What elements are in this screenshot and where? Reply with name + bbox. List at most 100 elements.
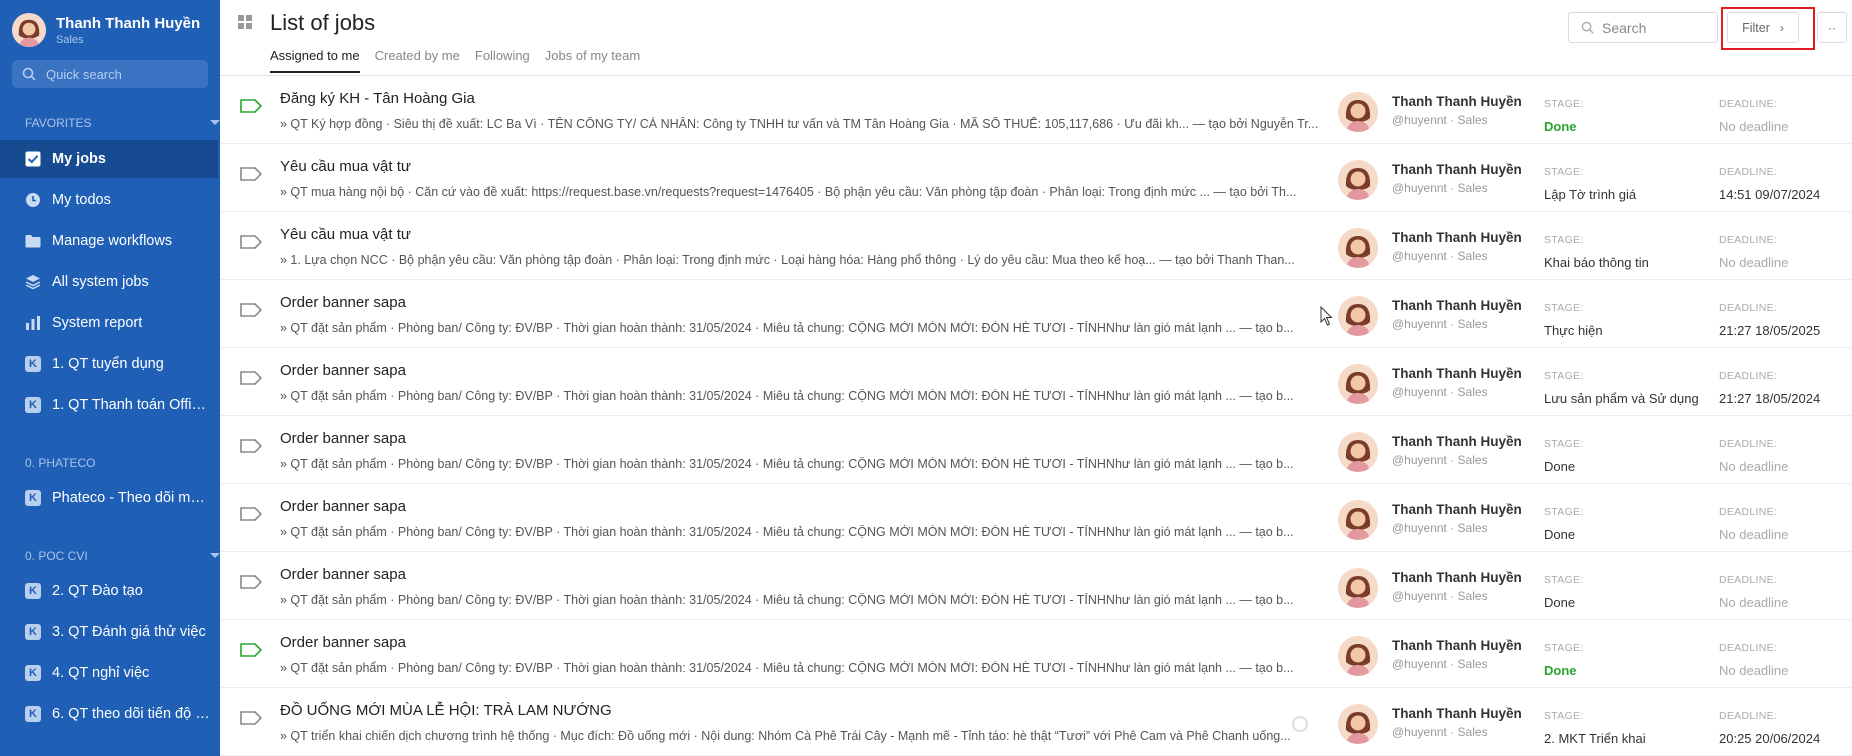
tag-icon[interactable] <box>240 303 262 317</box>
avatar[interactable] <box>1338 364 1378 404</box>
job-row[interactable]: Yêu cầu mua vật tư» 1. Lựa chọn NCC · Bộ… <box>220 212 1852 280</box>
deadline-label: DEADLINE: <box>1719 574 1778 586</box>
stage-cell: STAGE: Lưu sản phẩm và Sử dụng <box>1544 370 1699 406</box>
tag-icon[interactable] <box>240 507 262 521</box>
avatar[interactable] <box>1338 500 1378 540</box>
section-phateco[interactable]: 0. PHATECO <box>25 456 220 470</box>
tag-icon[interactable] <box>240 371 262 385</box>
sidebar: Thanh Thanh Huyền Sales Quick search FAV… <box>0 0 220 756</box>
job-title[interactable]: Order banner sapa <box>280 362 406 379</box>
job-row[interactable]: Order banner sapa» QT đặt sản phẩm · Phò… <box>220 416 1852 484</box>
avatar[interactable] <box>1338 636 1378 676</box>
caret-down-icon[interactable] <box>210 120 220 125</box>
sidebar-item-label: My todos <box>52 192 111 208</box>
stage-cell: STAGE: Done <box>1544 574 1584 610</box>
section-poc-cvi[interactable]: 0. POC CVI <box>25 549 220 563</box>
sidebar-item-phateco[interactable]: K Phateco - Theo dõi mua hàng <box>0 479 218 517</box>
user-profile[interactable]: Thanh Thanh Huyền Sales <box>12 10 200 50</box>
avatar[interactable] <box>1338 92 1378 132</box>
sidebar-item-qt-theo-doi-tien-do[interactable]: K 6. QT theo dõi tiến độ dự án <box>0 695 218 733</box>
quick-search-input[interactable]: Quick search <box>12 60 208 88</box>
deadline-label: DEADLINE: <box>1719 438 1778 450</box>
stage-label: STAGE: <box>1544 710 1584 722</box>
workflow-k-icon: K <box>25 490 41 506</box>
job-title[interactable]: Order banner sapa <box>280 566 406 583</box>
caret-down-icon[interactable] <box>210 553 220 558</box>
avatar[interactable] <box>1338 228 1378 268</box>
job-title[interactable]: Yêu cầu mua vật tư <box>280 158 411 175</box>
assignee-handle: @huyennt · Sales <box>1392 181 1488 195</box>
sidebar-item-label: 3. QT Đánh giá thử việc <box>52 624 206 640</box>
sidebar-item-label: Phateco - Theo dõi mua hàng <box>52 490 212 506</box>
assignee-name: Thanh Thanh Huyền <box>1392 570 1522 585</box>
avatar[interactable] <box>1338 432 1378 472</box>
stage-label: STAGE: <box>1544 302 1584 314</box>
stage-value: Thực hiện <box>1544 323 1603 338</box>
sidebar-item-my-jobs[interactable]: My jobs <box>0 140 218 178</box>
page-title: List of jobs <box>270 10 376 35</box>
sidebar-item-qt-dao-tao[interactable]: K 2. QT Đào tạo <box>0 572 218 610</box>
sidebar-item-qt-danh-gia-thu-viec[interactable]: K 3. QT Đánh giá thử việc <box>0 613 218 651</box>
job-row[interactable]: ĐỒ UỐNG MỚI MÙA LỄ HỘI: TRÀ LAM NƯỚNG» Q… <box>220 688 1852 756</box>
job-row[interactable]: Yêu cầu mua vật tư» QT mua hàng nội bộ ·… <box>220 144 1852 212</box>
tag-icon[interactable] <box>240 235 262 249</box>
avatar[interactable] <box>1338 704 1378 744</box>
job-row[interactable]: Order banner sapa» QT đặt sản phẩm · Phò… <box>220 620 1852 688</box>
loading-spinner-icon <box>1292 716 1308 732</box>
job-title[interactable]: Order banner sapa <box>280 294 406 311</box>
job-title[interactable]: Order banner sapa <box>280 634 406 651</box>
more-options-button[interactable]: ·· <box>1817 12 1847 43</box>
job-row[interactable]: Đăng ký KH - Tân Hoàng Gia» QT Ký hợp đồ… <box>220 76 1852 144</box>
sidebar-item-all-system-jobs[interactable]: All system jobs <box>0 263 218 301</box>
job-title[interactable]: Yêu cầu mua vật tư <box>280 226 411 243</box>
assignee-handle: @huyennt · Sales <box>1392 453 1488 467</box>
search-input[interactable]: Search <box>1568 12 1718 43</box>
stage-label: STAGE: <box>1544 574 1584 586</box>
stage-cell: STAGE: Done <box>1544 642 1584 678</box>
avatar[interactable] <box>1338 160 1378 200</box>
sidebar-item-system-report[interactable]: System report <box>0 304 218 342</box>
deadline-label: DEADLINE: <box>1719 642 1778 654</box>
tab-assigned-to-me[interactable]: Assigned to me <box>270 48 360 73</box>
assignee: Thanh Thanh Huyền @huyennt · Sales <box>1392 162 1522 195</box>
sidebar-item-qt-nghi-viec[interactable]: K 4. QT nghỉ việc <box>0 654 218 692</box>
section-label: 0. POC CVI <box>25 549 88 563</box>
apps-grid-icon[interactable] <box>238 15 252 34</box>
sidebar-item-qt-tuyen-dung[interactable]: K 1. QT tuyển dụng <box>0 345 218 383</box>
deadline-value: No deadline <box>1719 595 1789 610</box>
tab-following[interactable]: Following <box>475 48 530 73</box>
page-header: List of jobs Assigned to me Created by m… <box>220 0 1852 76</box>
job-title[interactable]: ĐỒ UỐNG MỚI MÙA LỄ HỘI: TRÀ LAM NƯỚNG <box>280 702 612 719</box>
tag-icon[interactable] <box>240 167 262 181</box>
stage-label: STAGE: <box>1544 98 1584 110</box>
job-title[interactable]: Order banner sapa <box>280 430 406 447</box>
assignee: Thanh Thanh Huyền @huyennt · Sales <box>1392 94 1522 127</box>
tag-icon[interactable] <box>240 575 262 589</box>
avatar[interactable] <box>1338 296 1378 336</box>
search-icon <box>1581 21 1594 34</box>
workflow-k-icon: K <box>25 356 41 372</box>
tag-icon[interactable] <box>240 711 262 725</box>
sidebar-item-qt-thanh-toan-official[interactable]: K 1. QT Thanh toán Official <box>0 386 218 424</box>
tag-icon[interactable] <box>240 439 262 453</box>
section-label: 0. PHATECO <box>25 456 96 470</box>
deadline-cell: DEADLINE: No deadline <box>1719 506 1788 542</box>
avatar[interactable] <box>1338 568 1378 608</box>
stage-cell: STAGE: Done <box>1544 98 1584 134</box>
tab-jobs-of-my-team[interactable]: Jobs of my team <box>545 48 640 73</box>
stage-label: STAGE: <box>1544 642 1584 654</box>
tab-created-by-me[interactable]: Created by me <box>375 48 460 73</box>
section-favorites[interactable]: FAVORITES <box>25 116 220 130</box>
job-row[interactable]: Order banner sapa» QT đặt sản phẩm · Phò… <box>220 280 1852 348</box>
job-row[interactable]: Order banner sapa» QT đặt sản phẩm · Phò… <box>220 484 1852 552</box>
job-title[interactable]: Order banner sapa <box>280 498 406 515</box>
job-row[interactable]: Order banner sapa» QT đặt sản phẩm · Phò… <box>220 348 1852 416</box>
job-title[interactable]: Đăng ký KH - Tân Hoàng Gia <box>280 90 475 107</box>
sidebar-item-manage-workflows[interactable]: Manage workflows <box>0 222 218 260</box>
tag-icon[interactable] <box>240 99 262 113</box>
sidebar-item-my-todos[interactable]: My todos <box>0 181 218 219</box>
tag-icon[interactable] <box>240 643 262 657</box>
assignee-name: Thanh Thanh Huyền <box>1392 502 1522 517</box>
deadline-label: DEADLINE: <box>1719 302 1778 314</box>
job-row[interactable]: Order banner sapa» QT đặt sản phẩm · Phò… <box>220 552 1852 620</box>
